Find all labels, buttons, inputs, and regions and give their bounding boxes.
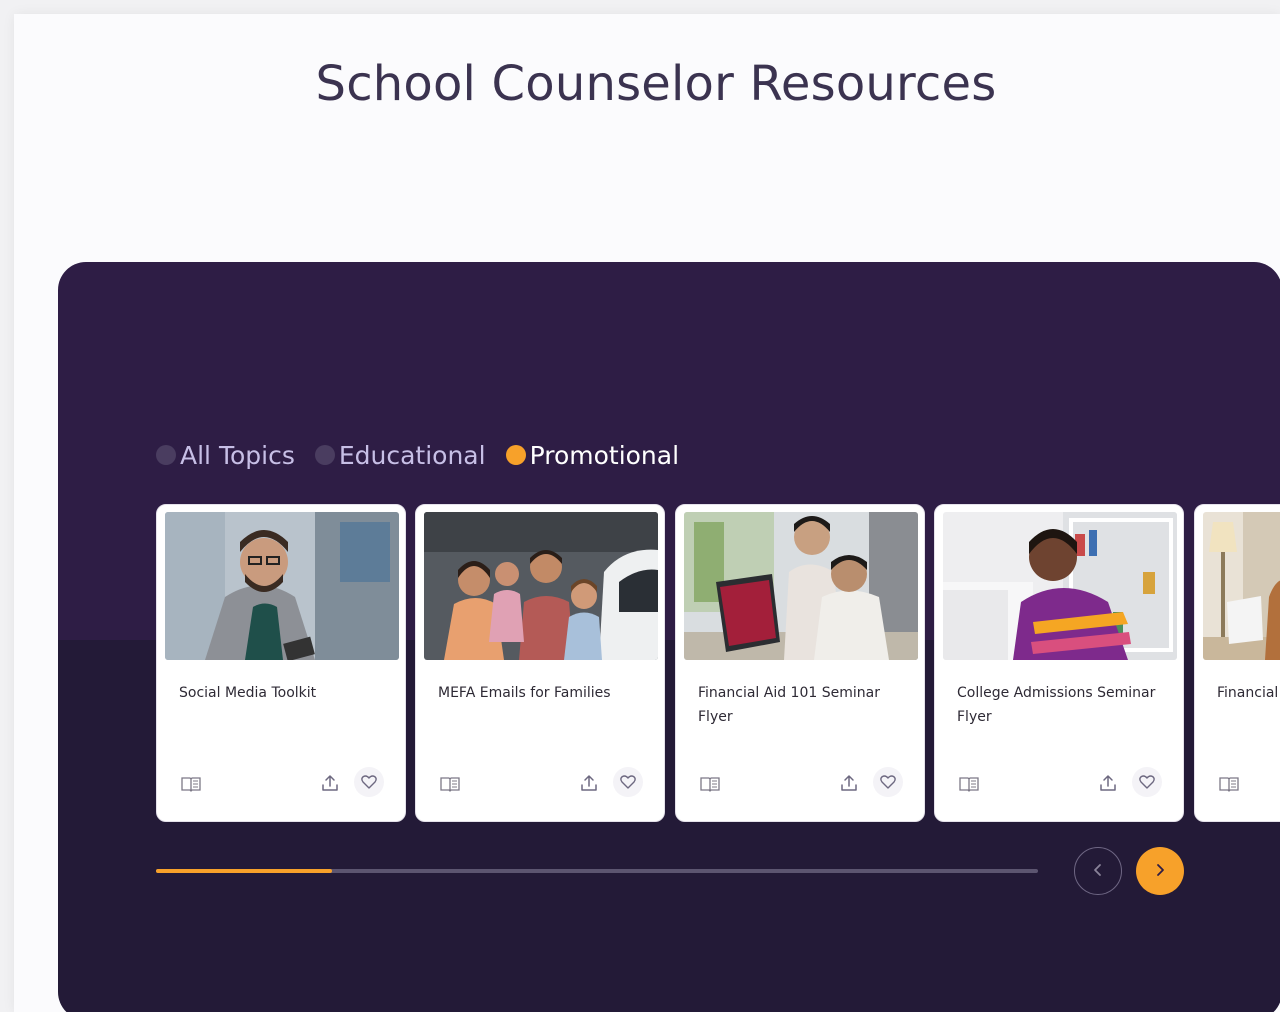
carousel-next-button[interactable] [1136,847,1184,895]
upload-icon[interactable] [576,771,602,795]
resource-card[interactable]: Social Media Toolkit [156,504,406,822]
heart-icon[interactable] [1132,767,1162,797]
topic-filters: All Topics Educational Promotional [156,438,699,472]
carousel-scrollbar[interactable] [156,869,1038,873]
open-book-icon[interactable] [438,773,462,795]
heart-icon[interactable] [873,767,903,797]
chevron-left-icon [1091,862,1105,881]
upload-icon[interactable] [317,771,343,795]
filter-label: Educational [338,440,486,470]
resource-card[interactable]: College Admissions Seminar Flyer [934,504,1184,822]
carousel-scrollbar-thumb[interactable] [156,869,333,873]
resource-card[interactable]: Financial Aid 101 Seminar Flyer [675,504,925,822]
card-image [424,512,658,660]
open-book-icon[interactable] [1217,773,1241,795]
open-book-icon[interactable] [957,773,981,795]
upload-icon[interactable] [1095,771,1121,795]
card-image [1203,512,1280,660]
heart-icon[interactable] [354,767,384,797]
resource-carousel: Social Media Toolkit MEFA Emails for Fam… [156,504,1280,822]
card-image [165,512,399,660]
filter-label: All Topics [180,440,295,470]
card-title: MEFA Emails for Families [438,685,611,701]
filter-educational[interactable]: Educational [314,440,486,470]
resource-card[interactable]: MEFA Emails for Families [415,504,665,822]
card-title: College Admissions Seminar Flyer [957,685,1156,725]
filter-all-topics[interactable]: All Topics [156,441,295,470]
filter-radio-dot [314,445,335,465]
filter-radio-dot [505,445,526,465]
page: School Counselor Resources All Topics Ed… [14,14,1280,1012]
filter-promotional[interactable]: Promotional [505,440,680,470]
chevron-right-icon [1153,862,1167,881]
open-book-icon[interactable] [698,773,722,795]
open-book-icon[interactable] [179,773,203,795]
card-image [943,512,1177,660]
card-title: Social Media Toolkit [179,685,317,701]
upload-icon[interactable] [836,771,862,795]
filter-label: Promotional [529,440,680,470]
resources-panel: All Topics Educational Promotional Socia… [58,262,1280,1012]
card-image [684,512,918,660]
heart-icon[interactable] [613,767,643,797]
carousel-prev-button[interactable] [1074,847,1122,895]
filter-radio-dot [156,445,176,465]
page-title: School Counselor Resources [315,56,997,112]
card-title: Financial Aid 101 Seminar Flyer [698,685,880,725]
resource-card[interactable]: Financial Aid & College Bills [1194,504,1280,822]
card-title: Financial Aid & College Bills [1217,685,1280,701]
